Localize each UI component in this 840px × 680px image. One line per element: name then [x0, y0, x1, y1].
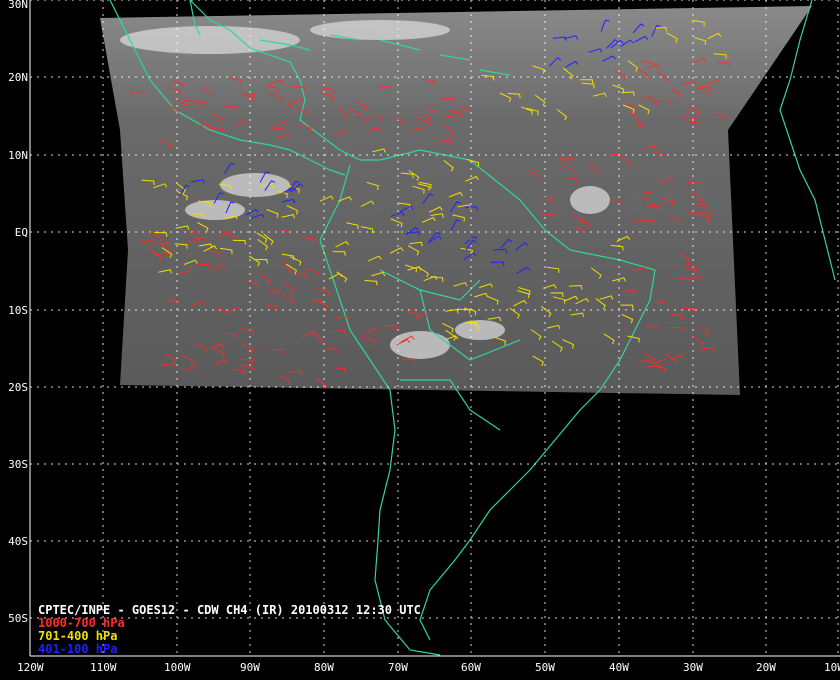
lon-label-120w: 120W [17, 661, 44, 674]
lon-label-10w: 10W [824, 661, 840, 674]
lat-label-10n: 10N [8, 149, 28, 162]
legend-high-level: 401-100 hPa [38, 642, 118, 656]
lon-label-110w: 110W [90, 661, 117, 674]
lat-label-50s: 50S [8, 612, 28, 625]
lon-label-50w: 50W [535, 661, 555, 674]
lon-label-60w: 60W [461, 661, 481, 674]
lat-label-40s: 40S [8, 535, 28, 548]
coast-africa [779, 0, 836, 281]
lat-label-10s: 10S [8, 304, 28, 317]
lon-label-40w: 40W [609, 661, 629, 674]
lon-label-30w: 30W [683, 661, 703, 674]
satellite-wind-map [29, 0, 840, 657]
lat-label-20n: 20N [8, 71, 28, 84]
lon-label-80w: 80W [314, 661, 334, 674]
lon-label-100w: 100W [164, 661, 191, 674]
lon-label-90w: 90W [240, 661, 260, 674]
lat-label-30s: 30S [8, 458, 28, 471]
lon-label-70w: 70W [388, 661, 408, 674]
lon-label-20w: 20W [756, 661, 776, 674]
lat-label-20s: 20S [8, 381, 28, 394]
map-caption: CPTEC/INPE - GOES12 - CDW CH4 (IR) 20100… [38, 604, 421, 656]
lat-label-30n: 30N [8, 0, 28, 11]
lat-label-eq: EQ [14, 226, 28, 239]
